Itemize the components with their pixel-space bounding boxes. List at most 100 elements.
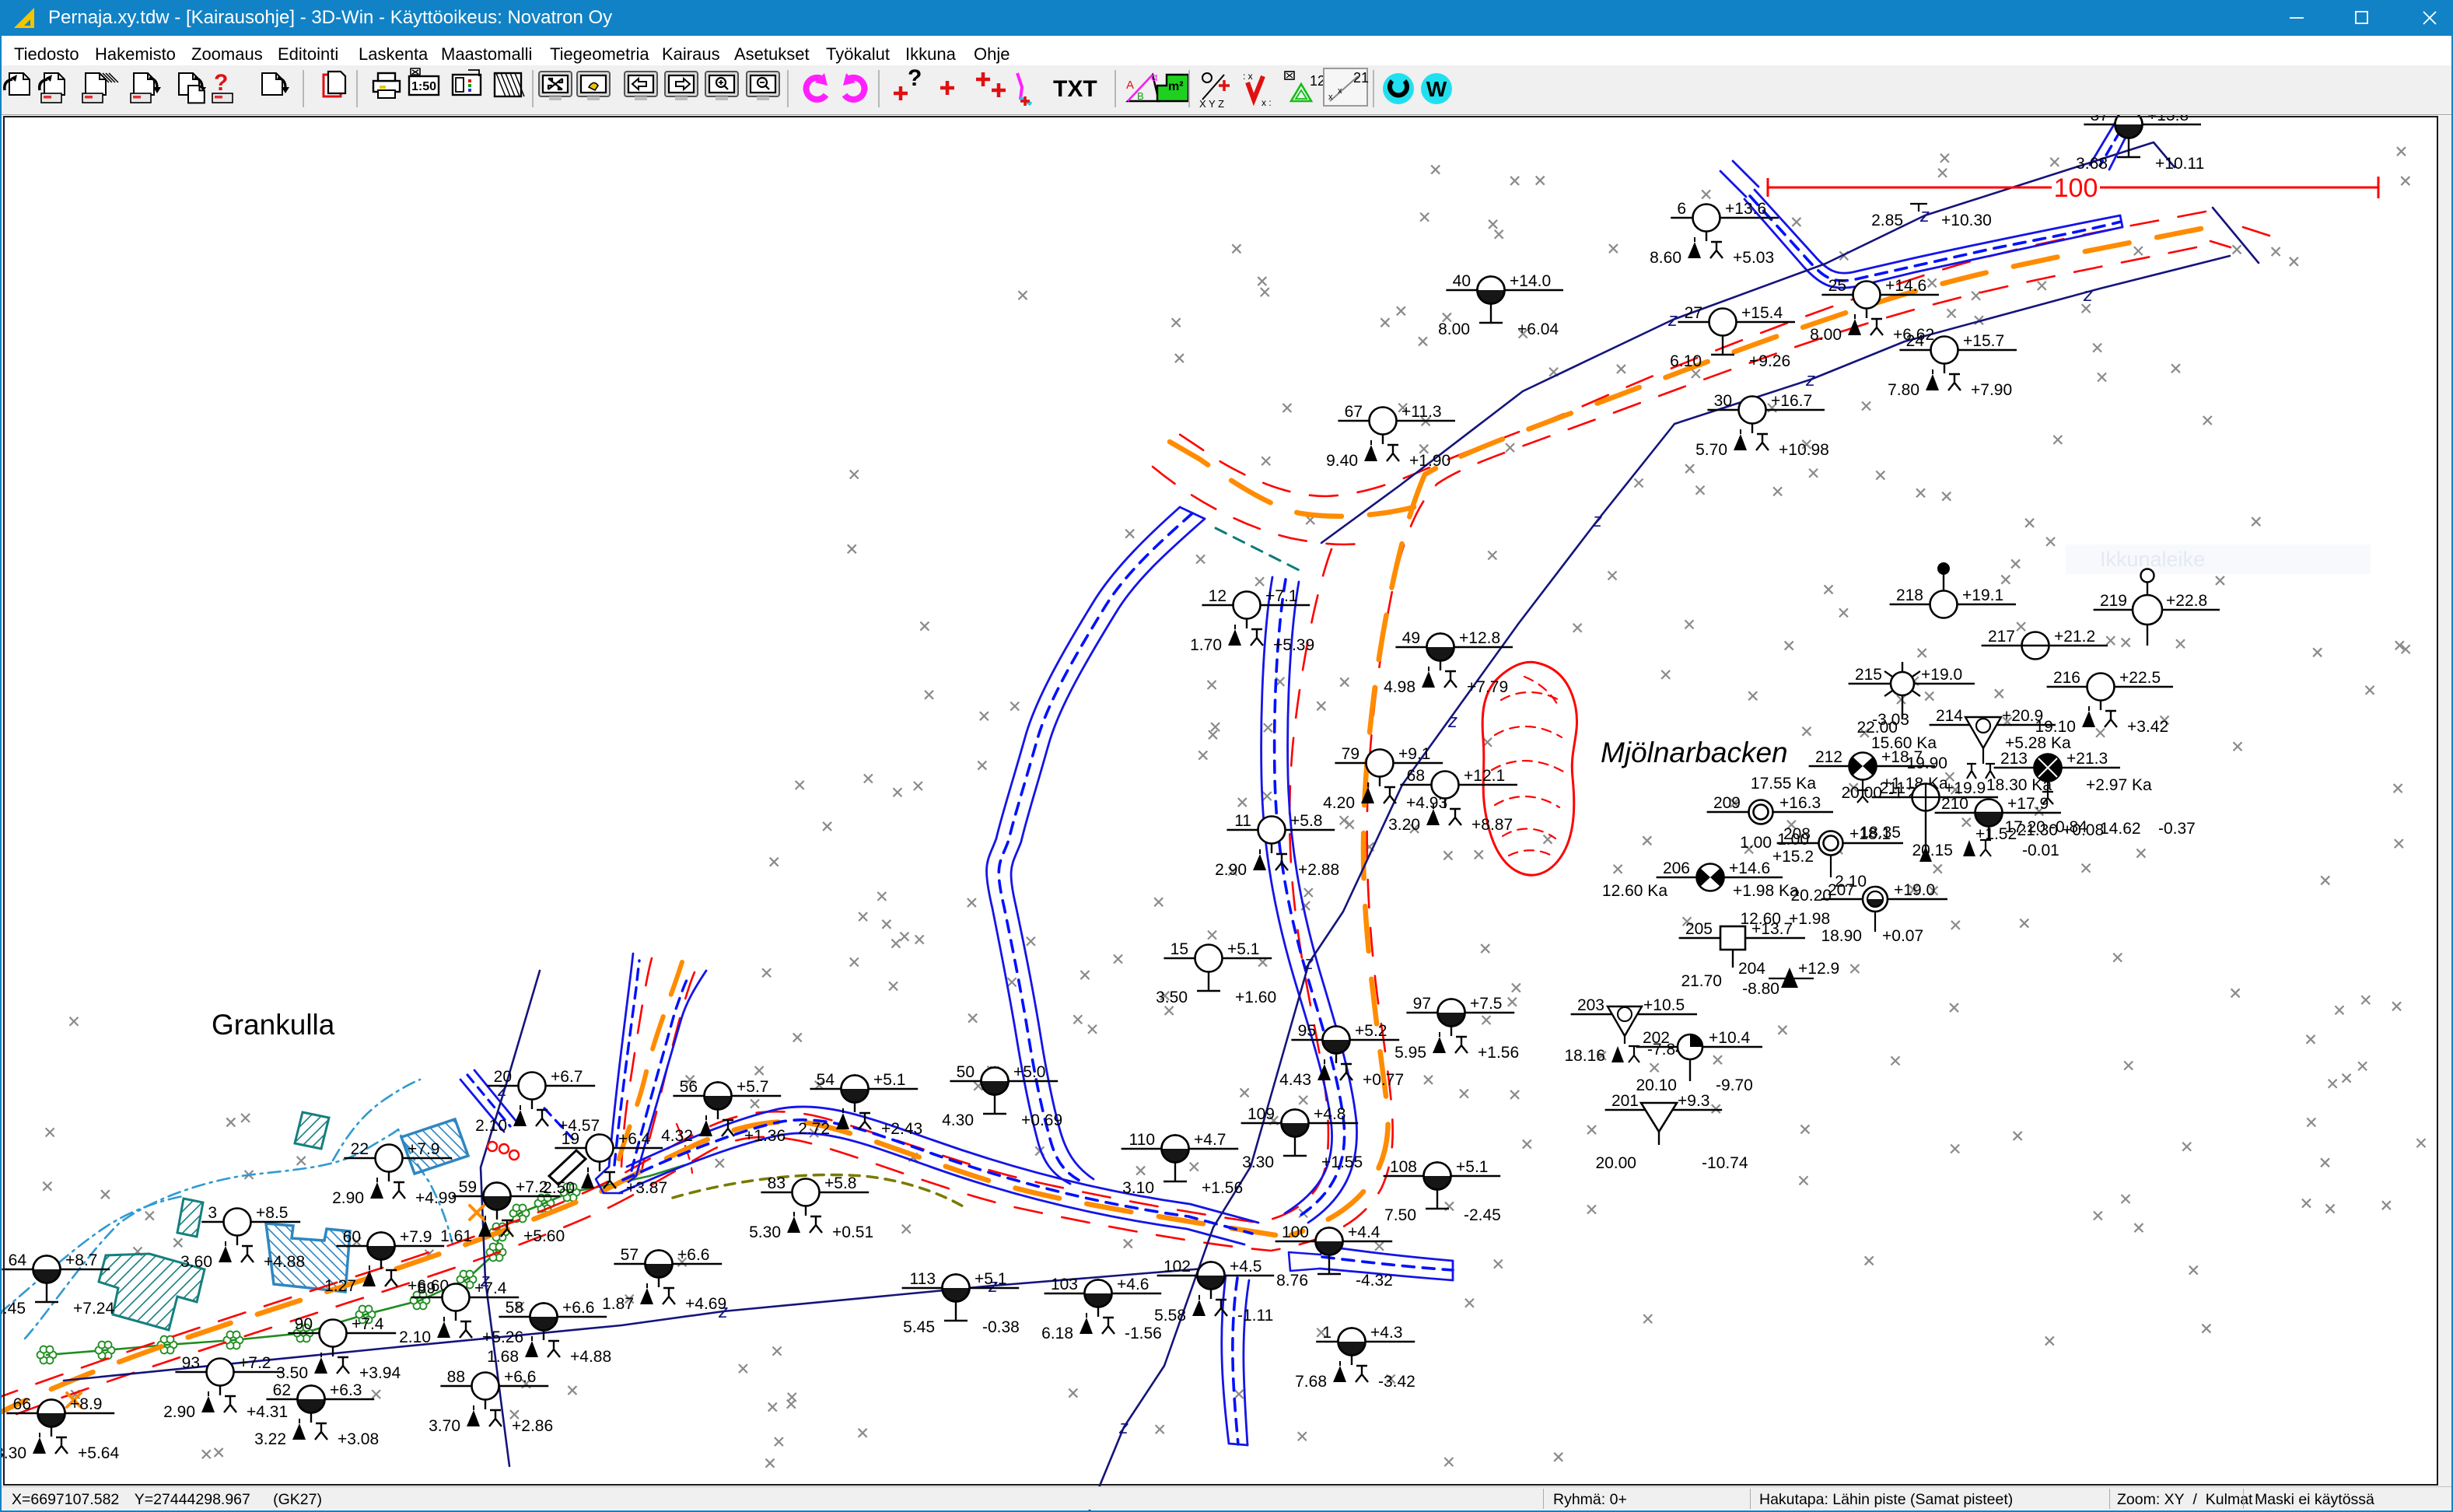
svg-text:206: 206 (1663, 859, 1690, 877)
svg-text:+4.99: +4.99 (415, 1189, 457, 1207)
svg-text:3.50: 3.50 (1156, 989, 1188, 1006)
svg-text:2.10: 2.10 (475, 1117, 507, 1135)
svg-text:64: 64 (9, 1251, 27, 1269)
svg-text:7.50: 7.50 (1384, 1206, 1416, 1224)
svg-text:+4.8: +4.8 (1314, 1105, 1345, 1123)
svg-text:-0.38: -0.38 (982, 1318, 1020, 1336)
svg-text:+9.26: +9.26 (1749, 352, 1790, 370)
svg-text:+19.0: +19.0 (1921, 666, 1962, 684)
svg-text:+12.8: +12.8 (1459, 629, 1500, 647)
svg-text:Grankulla: Grankulla (212, 1009, 335, 1041)
svg-text:+1.56: +1.56 (1478, 1044, 1519, 1062)
svg-text:50: 50 (957, 1063, 975, 1081)
svg-text:+1.55: +1.55 (1321, 1153, 1363, 1171)
svg-text:8.00: 8.00 (1810, 326, 1842, 344)
svg-text:+6.6: +6.6 (562, 1299, 594, 1317)
svg-text:+5.1: +5.1 (1227, 940, 1259, 958)
svg-text:+10.5: +10.5 (1643, 996, 1685, 1014)
svg-text:-1.56: -1.56 (1125, 1325, 1162, 1342)
svg-text:+7.1: +7.1 (1265, 587, 1297, 605)
svg-text:-1.11: -1.11 (1237, 1307, 1273, 1325)
svg-text:z: z (1805, 369, 1815, 390)
svg-text:+14.6: +14.6 (1885, 277, 1926, 295)
svg-text:+1.56: +1.56 (1202, 1179, 1243, 1197)
svg-text:x: x (1338, 86, 1342, 96)
svg-text:5.70: 5.70 (1695, 441, 1727, 459)
svg-text:17.55 Ka: 17.55 Ka (1751, 775, 1816, 793)
svg-text:110: 110 (1129, 1131, 1155, 1149)
svg-text:18.90: 18.90 (1821, 927, 1862, 945)
svg-text:56: 56 (680, 1078, 698, 1096)
svg-text:: x: : x (1243, 71, 1253, 82)
svg-text:211: 211 (1880, 779, 1905, 797)
svg-text:+0.51: +0.51 (832, 1223, 873, 1241)
svg-text:20: 20 (494, 1068, 512, 1086)
svg-text:20.10: 20.10 (1636, 1076, 1677, 1094)
svg-text:+7.24: +7.24 (73, 1300, 114, 1318)
svg-text:2.10: 2.10 (1835, 873, 1867, 891)
svg-text:93: 93 (182, 1354, 200, 1372)
svg-text:216: 216 (2053, 669, 2080, 687)
svg-text:102: 102 (1164, 1258, 1191, 1276)
svg-text:1.27: 1.27 (324, 1277, 356, 1295)
svg-text:204: 204 (1738, 960, 1765, 978)
svg-text:+15.7: +15.7 (1963, 332, 2004, 350)
svg-text:+7.90: +7.90 (1971, 381, 2012, 399)
svg-text:213: 213 (2000, 750, 2028, 768)
svg-text:X Y Z: X Y Z (1199, 98, 1224, 110)
svg-text:58: 58 (506, 1299, 523, 1317)
svg-text:6: 6 (1677, 200, 1686, 218)
svg-text:+6.04: +6.04 (1517, 320, 1559, 338)
svg-text:+8.87: +8.87 (1471, 816, 1513, 834)
svg-text:+12.9: +12.9 (1798, 960, 1839, 978)
svg-text:109: 109 (1247, 1105, 1275, 1123)
svg-text:59: 59 (459, 1178, 477, 1196)
svg-text:+19.0: +19.0 (1894, 881, 1935, 899)
svg-text:+22.8: +22.8 (2166, 592, 2207, 610)
svg-text:6.10: 6.10 (1670, 352, 1702, 370)
svg-text:Mjölnarbacken: Mjölnarbacken (1601, 737, 1788, 768)
svg-text:95: 95 (1298, 1022, 1316, 1040)
svg-text:20.00: 20.00 (1595, 1154, 1636, 1172)
svg-text:3.70: 3.70 (429, 1417, 460, 1435)
svg-text:+4.88: +4.88 (570, 1348, 611, 1366)
svg-text:+4.5: +4.5 (1230, 1258, 1261, 1276)
svg-text:+8.9: +8.9 (70, 1395, 102, 1413)
svg-text:+5.8: +5.8 (1290, 812, 1322, 830)
svg-text:+21.2: +21.2 (2054, 628, 2095, 646)
svg-text:+3.42: +3.42 (2127, 718, 2168, 736)
svg-text:5.58: 5.58 (1154, 1307, 1186, 1325)
svg-text:z: z (1447, 711, 1457, 732)
svg-text:3.68: 3.68 (2076, 155, 2108, 173)
svg-text:+5.1: +5.1 (1456, 1158, 1488, 1176)
svg-text:x: x (1328, 93, 1333, 102)
svg-text:+12.1: +12.1 (1464, 767, 1505, 785)
svg-text:+2.97 Ka: +2.97 Ka (2086, 776, 2152, 794)
svg-text:+7.4: +7.4 (474, 1279, 507, 1297)
svg-text:4.30: 4.30 (942, 1111, 974, 1129)
svg-text:-8.80: -8.80 (1742, 980, 1779, 998)
svg-text:103: 103 (1051, 1276, 1078, 1293)
svg-text:209: 209 (1713, 794, 1741, 812)
svg-text:83: 83 (768, 1174, 786, 1192)
svg-text:+5.1: +5.1 (975, 1270, 1006, 1288)
svg-text:+7.9: +7.9 (408, 1140, 439, 1158)
svg-text:+13.6: +13.6 (1725, 200, 1766, 218)
svg-text:12.60 Ka: 12.60 Ka (1602, 882, 1667, 900)
svg-text:212: 212 (1815, 748, 1842, 766)
svg-text:+1.36: +1.36 (744, 1127, 786, 1145)
svg-text:1.68: 1.68 (487, 1348, 519, 1366)
svg-text:z: z (1592, 510, 1602, 531)
svg-text:30: 30 (1714, 392, 1732, 410)
svg-text:+4.3: +4.3 (1370, 1324, 1402, 1342)
svg-text:+6.4: +6.4 (618, 1130, 651, 1148)
svg-text:+5.39: +5.39 (1273, 636, 1314, 654)
svg-text:21.70: 21.70 (1681, 972, 1722, 990)
svg-text:49: 49 (1402, 629, 1420, 647)
svg-text:+1.98 Ka: +1.98 Ka (1733, 882, 1799, 900)
svg-text:+4.7: +4.7 (1194, 1131, 1226, 1149)
svg-text:+19.1: +19.1 (1962, 586, 2003, 604)
svg-text:8.76: 8.76 (1276, 1272, 1308, 1290)
svg-text:4.32: 4.32 (661, 1127, 693, 1145)
svg-text:12: 12 (1209, 587, 1226, 605)
